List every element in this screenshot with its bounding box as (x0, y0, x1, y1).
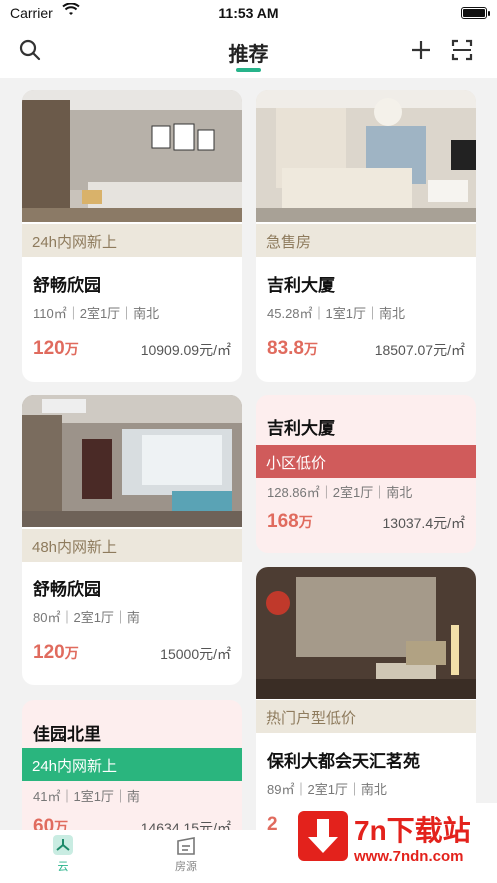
listing-name: 佳园北里 (33, 725, 101, 744)
listing-card[interactable]: 吉利大厦 小区低价 128.86㎡｜2室1厅｜南北 168万 13037.4元/… (256, 395, 476, 553)
listing-name: 吉利大厦 (267, 419, 335, 438)
listing-card[interactable]: 48h内网新上 舒畅欣园 80㎡｜2室1厅｜南 120万 15000元/㎡ (22, 395, 242, 685)
listing-name: 保利大都会天汇茗苑 (267, 752, 420, 771)
listing-photo (256, 567, 476, 699)
listing-name: 吉利大厦 (267, 276, 335, 295)
tab-cloud[interactable]: 云 (33, 834, 93, 874)
listing-tag: 24h内网新上 (22, 748, 242, 781)
listing-photo (22, 395, 242, 527)
listing-unit-price: 13037.4元/㎡ (382, 515, 466, 531)
cloud-person-icon (53, 835, 73, 855)
listing-name: 舒畅欣园 (33, 276, 101, 295)
listing-spec: 110㎡｜2室1厅｜南北 (33, 306, 160, 321)
listing-unit-price: 18507.07元/㎡ (374, 342, 465, 358)
listing-tag: 48h内网新上 (22, 529, 242, 562)
listing-spec: 128.86㎡｜2室1厅｜南北 (267, 485, 413, 500)
watermark-url: www.7ndn.com (354, 848, 464, 865)
tab-label: 云 (57, 861, 69, 873)
listing-price: 120万 (33, 338, 79, 359)
top-nav-bar: 推荐 (0, 26, 497, 78)
scan-icon[interactable] (450, 38, 474, 62)
listing-card[interactable]: 24h内网新上 舒畅欣园 110㎡｜2室1厅｜南北 120万 10909.09元… (22, 90, 242, 382)
listing-unit-price: 15000元/㎡ (160, 646, 231, 662)
listing-price: 120万 (33, 642, 79, 663)
add-icon[interactable] (409, 38, 433, 62)
watermark-title: 7n下载站 (354, 815, 471, 846)
listing-icon (177, 837, 195, 855)
tab-indicator (236, 68, 261, 72)
listing-price: 168万 (267, 511, 313, 532)
status-bar: Carrier 11:53 AM (0, 0, 497, 26)
listing-photo (256, 90, 476, 222)
listing-tag: 急售房 (256, 224, 476, 257)
listing-card[interactable]: 急售房 吉利大厦 45.28㎡｜1室1厅｜南北 83.8万 18507.07元/… (256, 90, 476, 382)
listing-card[interactable]: 佳园北里 24h内网新上 41㎡｜1室1厅｜南 60万 14634.15元/㎡ (22, 700, 242, 850)
listing-spec: 45.28㎡｜1室1厅｜南北 (267, 306, 405, 321)
watermark: 7n下载站 www.7ndn.com (288, 803, 497, 883)
listing-tag: 24h内网新上 (22, 224, 242, 257)
listing-photo (22, 90, 242, 222)
listing-spec: 89㎡｜2室1厅｜南北 (267, 782, 387, 797)
download-icon (298, 811, 348, 861)
listing-spec: 80㎡｜2室1厅｜南 (33, 610, 140, 625)
listing-spec: 41㎡｜1室1厅｜南 (33, 789, 140, 804)
listing-price: 83.8万 (267, 338, 318, 359)
battery-icon (461, 7, 490, 19)
listing-tag: 热门户型低价 (256, 700, 476, 733)
listing-name: 舒畅欣园 (33, 580, 101, 599)
clock: 11:53 AM (218, 5, 279, 21)
listing-unit-price: 10909.09元/㎡ (140, 342, 231, 358)
tab-label: 房源 (175, 861, 197, 873)
listing-tag: 小区低价 (256, 445, 476, 478)
tab-listings[interactable]: 房源 (156, 834, 216, 874)
